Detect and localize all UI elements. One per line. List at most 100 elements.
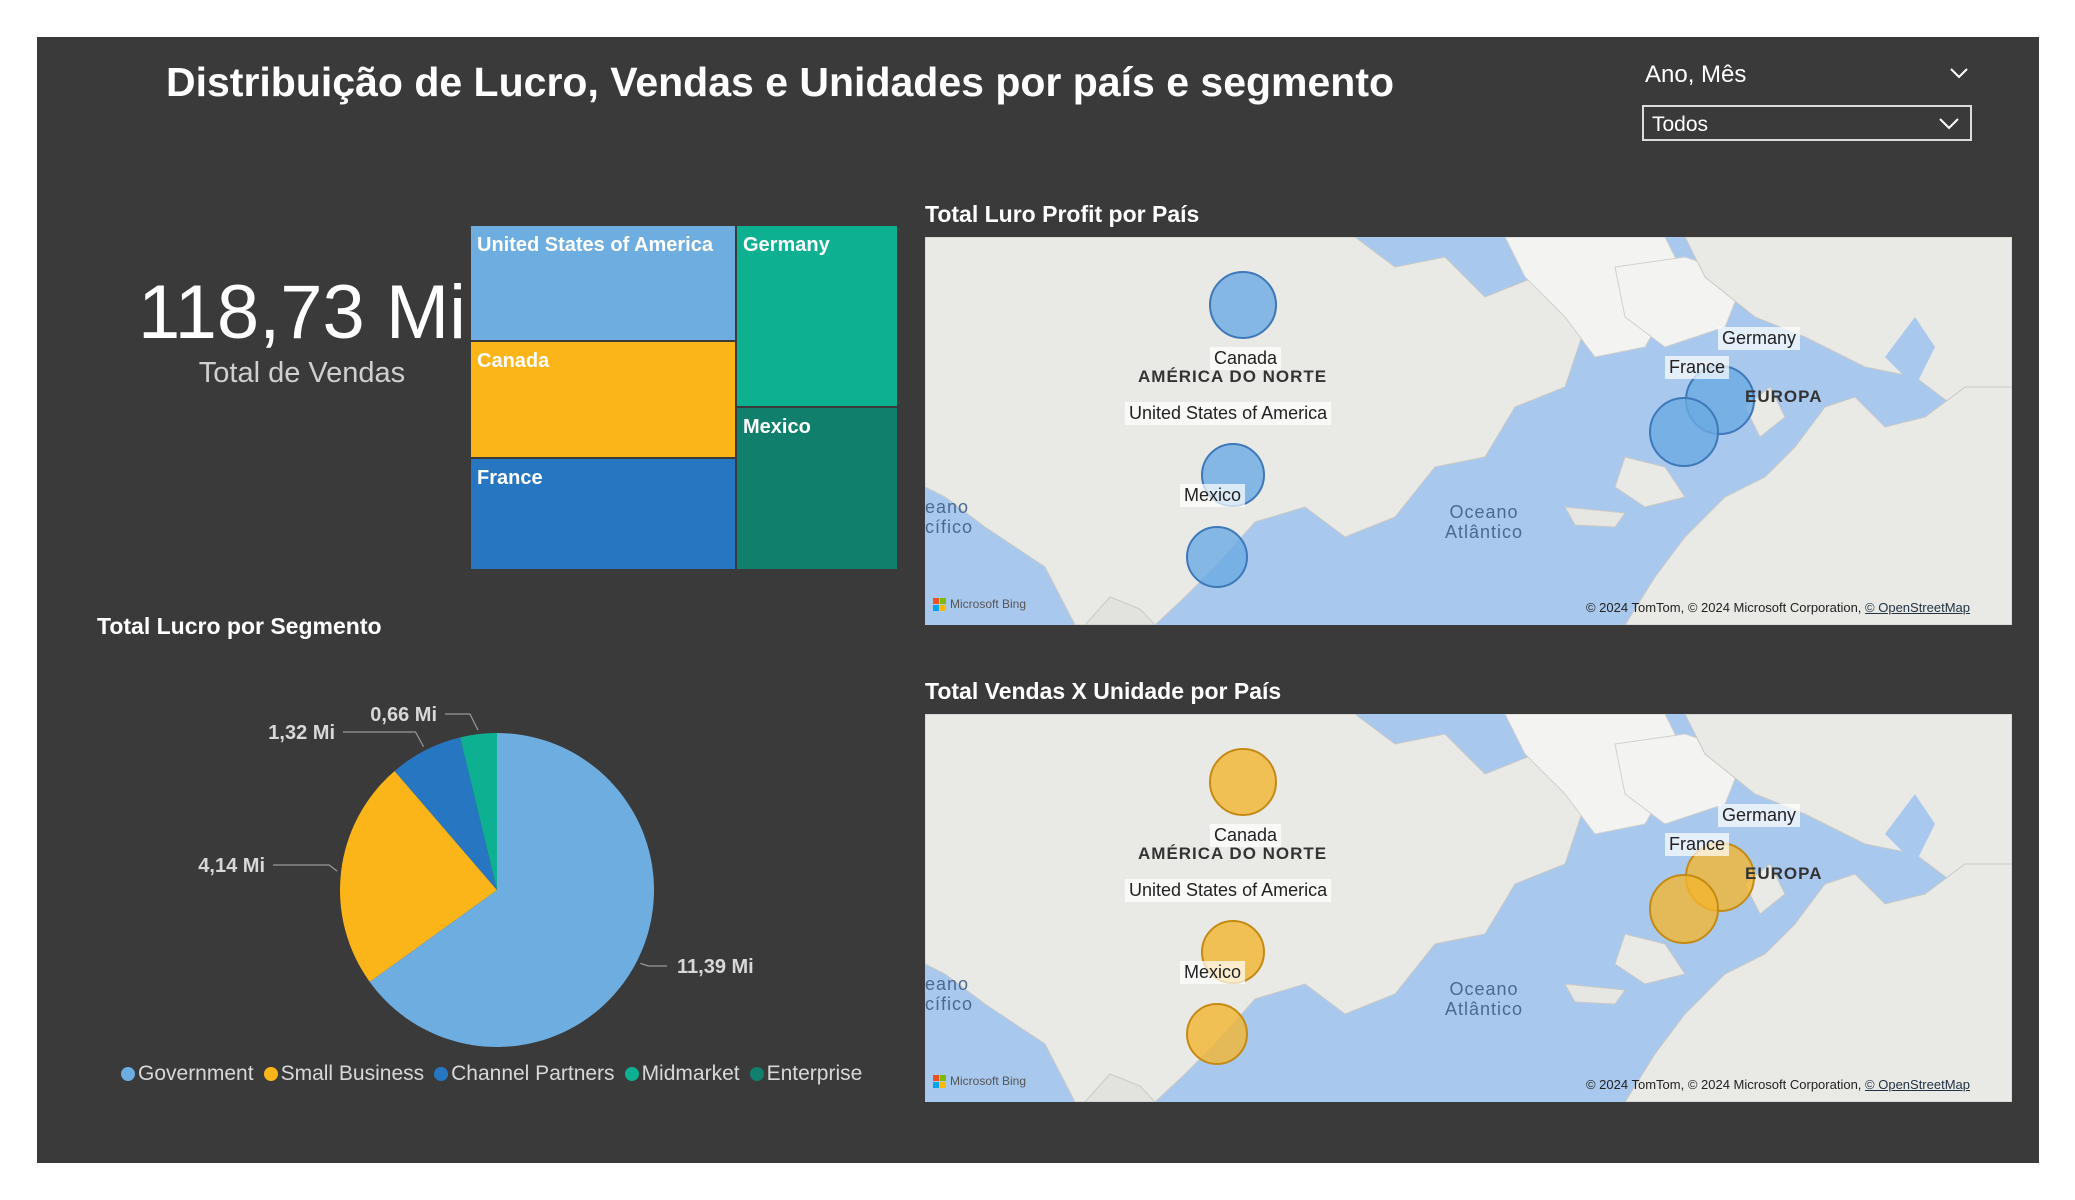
pie-data-label: 1,32 Mi (268, 722, 335, 744)
map-label-atlantic: Oceano Atlântico (1445, 979, 1523, 1019)
bubble-canada[interactable] (1209, 748, 1277, 816)
ocean-label-line: eano (925, 497, 970, 517)
segment-pie-chart: 11,39 Mi 4,14 Mi 1,32 Mi 0,66 Mi (198, 704, 754, 1047)
treemap-tile-mexico[interactable]: Mexico (735, 406, 899, 571)
bubble-mexico[interactable] (1186, 526, 1248, 588)
pie-leader-line (273, 864, 338, 872)
openstreetmap-link[interactable]: © OpenStreetMap (1865, 600, 1970, 615)
treemap-tile-label: Mexico (743, 416, 811, 438)
microsoft-logo-icon (933, 597, 946, 611)
treemap-tile-germany[interactable]: Germany (735, 224, 899, 408)
treemap-tile-france[interactable]: France (469, 457, 737, 571)
kpi-total-sales-value: 118,73 Mi (137, 270, 467, 355)
legend-label: Midmarket (641, 1062, 740, 1085)
treemap-tile-label: United States of America (477, 234, 713, 256)
date-slicer-dropdown[interactable]: Todos (1642, 105, 1972, 141)
legend-label: Small Business (280, 1062, 425, 1085)
slicer-label: Ano, Mês (1645, 61, 1747, 88)
ocean-label-line: Oceano (1449, 502, 1519, 522)
legend-swatch (121, 1067, 135, 1081)
pie-leader-line (445, 713, 479, 731)
bubble-france[interactable] (1649, 874, 1719, 944)
legend-swatch (263, 1067, 278, 1081)
logo-square (933, 604, 939, 611)
bing-attribution: Microsoft Bing (933, 1074, 1026, 1088)
pie-legend: Government Small Business Channel Partne… (121, 1062, 862, 1086)
map-profit[interactable]: Canada United States of America Mexico Germ… (925, 237, 2012, 625)
treemap-tile-usa[interactable]: United States of America (469, 224, 737, 342)
bubble-canada[interactable] (1209, 271, 1277, 339)
bing-label: Microsoft Bing (950, 597, 1027, 611)
openstreetmap-link[interactable]: © OpenStreetMap (1865, 1077, 1970, 1092)
legend-swatch (749, 1067, 764, 1081)
pie-data-label: 4,14 Mi (198, 855, 265, 877)
attribution-text: © 2024 TomTom, © 2024 Microsoft Corporat… (1585, 600, 1866, 615)
map-label-north-america: AMÉRICA DO NORTE (1138, 844, 1328, 863)
chevron-down-icon (1939, 118, 1959, 130)
map-basemap (925, 237, 2012, 625)
chevron-down-icon[interactable] (1949, 67, 1969, 79)
pie-title: Total Lucro por Segmento (97, 613, 382, 639)
map-label-europe: EUROPA (1745, 864, 1823, 883)
ocean-label-line: eano (925, 974, 970, 994)
logo-square (940, 604, 946, 611)
bubble-mexico[interactable] (1186, 1003, 1248, 1065)
pie-data-label: 0,66 Mi (370, 704, 437, 726)
ocean-label-line: cífico (925, 994, 974, 1014)
map-label-usa: United States of America (1125, 402, 1332, 425)
bing-attribution: Microsoft Bing (933, 597, 1026, 611)
map-sales-title: Total Vendas X Unidade por País (925, 678, 1282, 704)
pie-leader-line (343, 731, 425, 748)
attribution-text: © 2024 TomTom, © 2024 Microsoft Corporat… (1585, 1077, 1866, 1092)
treemap-tile-label: France (477, 467, 543, 489)
legend-item-channel-partners[interactable]: Channel Partners (434, 1062, 615, 1086)
map-label-usa: United States of America (1125, 879, 1332, 902)
ocean-label-line: Atlântico (1445, 522, 1524, 542)
logo-square (940, 597, 946, 604)
legend-item-small-business[interactable]: Small Business (263, 1062, 425, 1086)
legend-item-enterprise[interactable]: Enterprise (749, 1062, 863, 1086)
logo-square (940, 1074, 946, 1081)
map-attribution: © 2024 TomTom, © 2024 Microsoft Corporat… (1586, 600, 1970, 615)
microsoft-logo-icon (933, 1074, 946, 1088)
map-label-germany: Germany (1718, 804, 1801, 827)
legend-swatch (624, 1067, 639, 1081)
legend-item-government[interactable]: Government (121, 1062, 254, 1086)
treemap-tile-canada[interactable]: Canada (469, 340, 737, 459)
map-label-pacific: eano cífico (925, 497, 973, 537)
map-label-pacific: eano cífico (925, 974, 973, 1014)
treemap-tile-label: Germany (743, 234, 830, 256)
map-attribution: © 2024 TomTom, © 2024 Microsoft Corporat… (1586, 1077, 1970, 1092)
legend-item-midmarket[interactable]: Midmarket (624, 1062, 740, 1086)
map-label-france: France (1665, 356, 1730, 379)
slicer-selected-value: Todos (1652, 113, 1709, 136)
ocean-label-line: cífico (925, 517, 974, 537)
map-label-germany: Germany (1718, 327, 1801, 350)
legend-label: Government (138, 1062, 254, 1085)
legend-swatch (434, 1067, 449, 1081)
bubble-france[interactable] (1649, 397, 1719, 467)
page-title: Distribuição de Lucro, Vendas e Unidades… (166, 59, 1395, 105)
legend-label: Channel Partners (451, 1062, 615, 1085)
logo-square (933, 1074, 939, 1081)
map-profit-title: Total Luro Profit por País (925, 201, 1200, 227)
logo-square (933, 597, 939, 604)
map-label-atlantic: Oceano Atlântico (1445, 502, 1523, 542)
kpi-total-sales-label: Total de Vendas (198, 357, 406, 389)
map-label-france: France (1665, 833, 1730, 856)
bing-label: Microsoft Bing (950, 1074, 1027, 1088)
pie-data-label: 11,39 Mi (677, 956, 754, 978)
map-label-mexico: Mexico (1180, 484, 1246, 507)
map-label-mexico: Mexico (1180, 961, 1246, 984)
ocean-label-line: Atlântico (1445, 999, 1524, 1019)
map-sales[interactable]: Canada United States of America Mexico Germ… (925, 714, 2012, 1102)
pie-leader-line (640, 962, 667, 967)
logo-square (933, 1081, 939, 1088)
map-label-north-america: AMÉRICA DO NORTE (1138, 367, 1328, 386)
legend-label: Enterprise (766, 1062, 863, 1085)
report-canvas: Distribuição de Lucro, Vendas e Unidades… (37, 37, 2039, 1163)
ocean-label-line: Oceano (1449, 979, 1519, 999)
country-treemap: United States of America Canada France G… (469, 224, 899, 571)
map-label-europe: EUROPA (1745, 387, 1823, 406)
treemap-tile-label: Canada (477, 350, 550, 372)
